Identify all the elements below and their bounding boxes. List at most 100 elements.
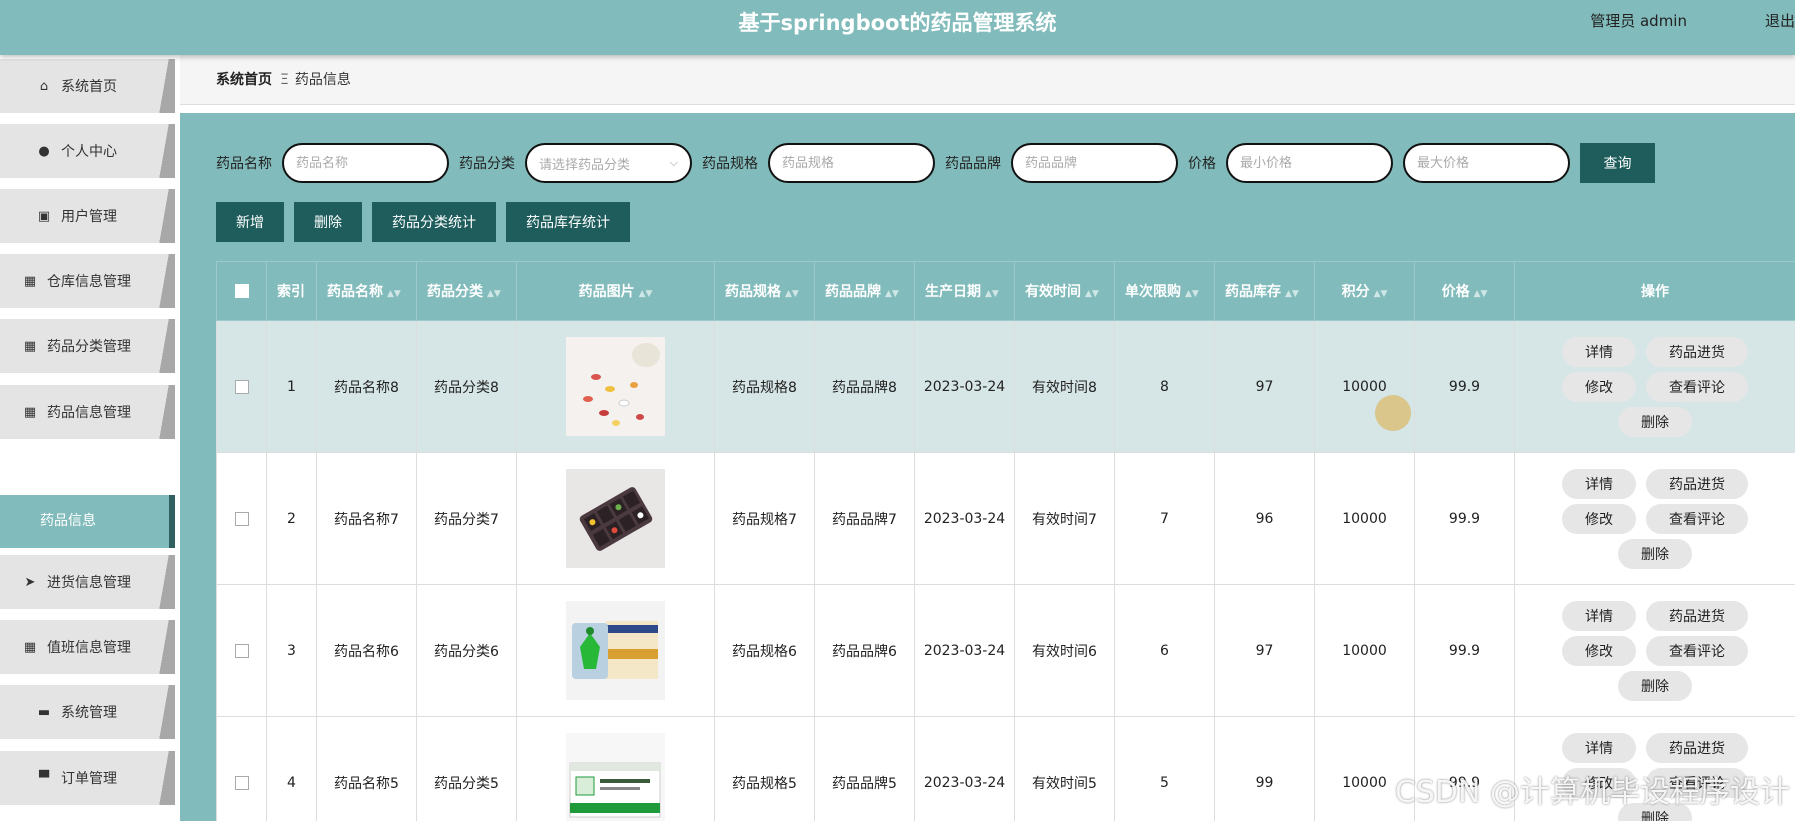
select-all-checkbox[interactable] — [234, 284, 249, 298]
column-header[interactable]: 生产日期 ▲▼ — [914, 261, 1015, 321]
cell-limit: 6 — [1114, 584, 1215, 717]
sidebar-subitem-drug-info[interactable]: 药品信息 — [0, 495, 175, 548]
add-button[interactable]: 新增 — [216, 202, 284, 242]
sidebar-item-orders[interactable]: ▀ 订单管理 — [0, 751, 175, 805]
column-header[interactable]: 积分 ▲▼ — [1314, 261, 1415, 321]
sort-icon[interactable]: ▲▼ — [1374, 289, 1388, 299]
sidebar-item-users[interactable]: ▣ 用户管理 — [0, 189, 175, 243]
cell-brand: 药品品牌6 — [814, 584, 915, 717]
sidebar-item-label: 药品信息管理 — [47, 405, 131, 421]
detail-button[interactable]: 详情 — [1562, 732, 1636, 763]
max-price-input[interactable] — [1403, 143, 1570, 183]
category-select[interactable]: 请选择药品分类 ⌵ — [525, 143, 692, 183]
row-checkbox[interactable] — [234, 379, 249, 394]
detail-button[interactable]: 详情 — [1562, 600, 1636, 631]
sort-icon[interactable]: ▲▼ — [1285, 289, 1299, 299]
category-stats-button[interactable]: 药品分类统计 — [372, 202, 496, 242]
sidebar-item-home[interactable]: ⌂ 系统首页 — [0, 59, 175, 113]
cell-image — [516, 584, 715, 717]
sort-icon[interactable]: ▲▼ — [487, 289, 501, 299]
sort-icon[interactable]: ▲▼ — [785, 289, 799, 299]
column-header[interactable]: 药品规格 ▲▼ — [714, 261, 815, 321]
cell-image — [516, 716, 715, 821]
drug-name-input[interactable] — [282, 143, 449, 183]
table-header-row: 索引 药品名称 ▲▼ 药品分类 ▲▼ 药品图片 ▲▼ 药品规格 ▲▼ 药品品牌 ▲▼ 生产… — [216, 261, 1795, 321]
restock-button[interactable]: 药品进货 — [1646, 600, 1748, 631]
query-button[interactable]: 查询 — [1580, 143, 1655, 183]
delete-button[interactable]: 删除 — [1618, 406, 1692, 437]
min-price-input[interactable] — [1226, 143, 1393, 183]
cell-spec: 药品规格6 — [714, 584, 815, 717]
column-header[interactable]: 药品图片 ▲▼ — [516, 261, 715, 321]
sort-icon[interactable]: ▲▼ — [639, 289, 653, 299]
cell-image — [516, 320, 715, 453]
sidebar-item-system[interactable]: ▬ 系统管理 — [0, 685, 175, 739]
cell-price: 99.9 — [1414, 584, 1515, 717]
sidebar-item-label: 药品分类管理 — [47, 339, 131, 355]
breadcrumb-home[interactable]: 系统首页 — [216, 72, 272, 88]
sidebar-item-drug-category[interactable]: ▦ 药品分类管理 — [0, 319, 175, 373]
cell-validity: 有效时间5 — [1014, 716, 1115, 821]
sidebar-item-label: 订单管理 — [61, 771, 117, 787]
sort-icon[interactable]: ▲▼ — [885, 289, 899, 299]
price-label: 价格 — [1188, 156, 1216, 172]
view-reviews-button[interactable]: 查看评论 — [1646, 635, 1748, 666]
table-row: 3 药品名称6 药品分类6 药品规格6 药品品牌6 2023-03-24 有效时… — [216, 584, 1795, 717]
stock-stats-button[interactable]: 药品库存统计 — [506, 202, 630, 242]
tablet-box-image[interactable] — [566, 733, 665, 821]
drug-spec-input[interactable] — [768, 143, 935, 183]
cell-index: 1 — [266, 320, 317, 453]
sort-icon[interactable]: ▲▼ — [1474, 289, 1488, 299]
cell-limit: 5 — [1114, 716, 1215, 821]
column-header[interactable]: 有效时间 ▲▼ — [1014, 261, 1115, 321]
column-header[interactable]: 单次限购 ▲▼ — [1114, 261, 1215, 321]
cell-validity: 有效时间7 — [1014, 452, 1115, 585]
row-checkbox[interactable] — [234, 643, 249, 658]
edit-button[interactable]: 修改 — [1562, 371, 1636, 402]
cell-stock: 96 — [1214, 452, 1315, 585]
pill-organizer-image[interactable] — [566, 469, 665, 568]
sort-icon[interactable]: ▲▼ — [985, 289, 999, 299]
sidebar-item-warehouse[interactable]: ▦ 仓库信息管理 — [0, 254, 175, 308]
cell-limit: 7 — [1114, 452, 1215, 585]
cell-stock: 99 — [1214, 716, 1315, 821]
column-header[interactable]: 药品名称 ▲▼ — [316, 261, 417, 321]
cell-brand: 药品品牌8 — [814, 320, 915, 453]
action-toolbar: 新增 删除 药品分类统计 药品库存统计 — [216, 202, 630, 242]
delete-button[interactable]: 删除 — [1618, 670, 1692, 701]
grid-icon: ▦ — [23, 404, 37, 420]
delete-button[interactable]: 删除 — [1618, 538, 1692, 569]
sidebar-item-duty[interactable]: ▦ 值班信息管理 — [0, 620, 175, 674]
drug-brand-input[interactable] — [1011, 143, 1178, 183]
edit-button[interactable]: 修改 — [1562, 503, 1636, 534]
column-header[interactable]: 药品库存 ▲▼ — [1214, 261, 1315, 321]
restock-button[interactable]: 药品进货 — [1646, 732, 1748, 763]
column-header[interactable]: 药品品牌 ▲▼ — [814, 261, 915, 321]
bulk-delete-button[interactable]: 删除 — [294, 202, 362, 242]
column-header[interactable]: 药品分类 ▲▼ — [416, 261, 517, 321]
view-reviews-button[interactable]: 查看评论 — [1646, 503, 1748, 534]
name-label: 药品名称 — [216, 156, 272, 172]
restock-button[interactable]: 药品进货 — [1646, 336, 1748, 367]
logout-link[interactable]: 退出 — [1765, 10, 1795, 31]
watermark-text: CSDN @计算机毕设程序设计 — [1394, 775, 1790, 810]
column-header[interactable]: 价格 ▲▼ — [1414, 261, 1515, 321]
pills-image[interactable] — [566, 337, 665, 436]
cell-points: 10000 — [1314, 452, 1415, 585]
sidebar-item-profile[interactable]: ● 个人中心 — [0, 124, 175, 178]
detail-button[interactable]: 详情 — [1562, 336, 1636, 367]
edit-button[interactable]: 修改 — [1562, 635, 1636, 666]
detail-button[interactable]: 详情 — [1562, 468, 1636, 499]
spec-label: 药品规格 — [702, 156, 758, 172]
row-checkbox[interactable] — [234, 775, 249, 790]
sort-icon[interactable]: ▲▼ — [387, 289, 401, 299]
sidebar-item-drug-info[interactable]: ▦ 药品信息管理 — [0, 385, 175, 439]
medicine-box-image[interactable] — [566, 601, 665, 700]
column-header: 操作 — [1514, 261, 1795, 321]
sidebar-item-purchase[interactable]: ➤ 进货信息管理 — [0, 555, 175, 609]
sort-icon[interactable]: ▲▼ — [1085, 289, 1099, 299]
row-checkbox[interactable] — [234, 511, 249, 526]
restock-button[interactable]: 药品进货 — [1646, 468, 1748, 499]
sort-icon[interactable]: ▲▼ — [1185, 289, 1199, 299]
view-reviews-button[interactable]: 查看评论 — [1646, 371, 1748, 402]
